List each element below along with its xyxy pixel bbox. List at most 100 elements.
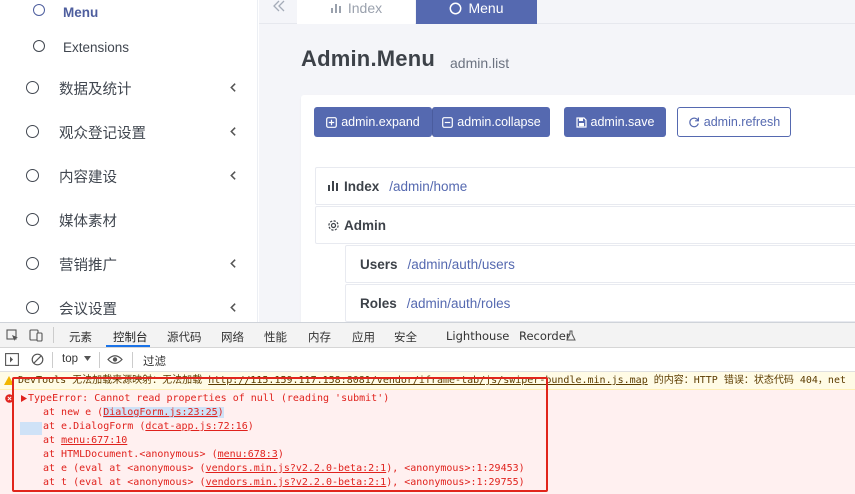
devtools-tab-bar: 元素 控制台 源代码 网络 性能 内存 应用 安全 Lighthouse Rec… xyxy=(0,323,855,348)
sidebar-item-label: Menu xyxy=(63,4,99,20)
tree-item-index[interactable]: Index /admin/home xyxy=(315,167,855,205)
collapse-button[interactable]: admin.collapse xyxy=(432,107,550,137)
circle-icon xyxy=(26,213,39,226)
filter-input[interactable]: 过滤 xyxy=(143,353,166,369)
warning-suffix: 的内容：HTTP 错误：状态代码 404，net xyxy=(647,375,846,386)
double-chevron-left-icon[interactable] xyxy=(271,0,287,14)
devtools-tab-elements[interactable]: 元素 xyxy=(69,329,92,345)
circle-icon xyxy=(26,81,39,94)
context-selector[interactable]: top xyxy=(62,353,78,365)
sidebar-item-registration[interactable]: 观众登记设置 xyxy=(0,118,257,146)
chevron-left-icon xyxy=(230,171,236,180)
sidebar-item-label: Extensions xyxy=(63,39,130,55)
divider xyxy=(132,352,133,368)
tab-label: Menu xyxy=(468,0,504,16)
devtools-tab-sources[interactable]: 源代码 xyxy=(167,329,202,345)
devtools-panel: 元素 控制台 源代码 网络 性能 内存 应用 安全 Lighthouse Rec… xyxy=(0,322,855,494)
sidebar: Menu Extensions 数据及统计 观众登记设置 内容建设 媒体素材 营… xyxy=(0,0,258,322)
devtools-tab-lighthouse[interactable]: Lighthouse xyxy=(446,329,509,343)
sidebar-item-label: 观众登记设置 xyxy=(59,125,146,142)
sidebar-item-label: 媒体素材 xyxy=(59,213,117,230)
error-message: TypeError: Cannot read properties of nul… xyxy=(28,393,390,404)
save-icon xyxy=(575,116,587,128)
inspect-element-icon[interactable] xyxy=(6,329,19,342)
expand-button[interactable]: admin.expand xyxy=(314,107,432,137)
active-tab-indicator xyxy=(106,345,150,347)
stack-frame: at HTMLDocument.<anonymous> (menu:678:3) xyxy=(43,449,284,460)
circle-icon xyxy=(26,169,39,182)
clear-console-icon[interactable] xyxy=(31,353,44,366)
dropdown-arrow-icon[interactable] xyxy=(84,356,91,362)
chevron-left-icon xyxy=(230,127,236,136)
tab-index[interactable]: Index xyxy=(297,0,415,24)
devtools-tab-performance[interactable]: 性能 xyxy=(264,329,287,345)
devtools-tab-memory[interactable]: 内存 xyxy=(308,329,331,345)
stack-frame: at t (eval at <anonymous> (vendors.min.j… xyxy=(43,477,525,488)
expand-triangle-icon[interactable] xyxy=(21,395,27,402)
stack-link[interactable]: DialogForm.js:23:25 xyxy=(103,407,218,418)
circle-icon xyxy=(33,4,45,16)
tree-item-name: Roles xyxy=(360,295,397,311)
tab-menu[interactable]: Menu xyxy=(416,0,537,24)
devtools-tab-console[interactable]: 控制台 xyxy=(113,329,148,345)
bar-chart-icon xyxy=(328,181,338,191)
stack-link[interactable]: dcat-app.js:72:16 xyxy=(145,421,247,432)
devtools-tab-application[interactable]: 应用 xyxy=(352,329,375,345)
chevron-left-icon xyxy=(230,83,236,92)
devtools-tab-network[interactable]: 网络 xyxy=(221,329,244,345)
stack-frame: at e.DialogForm (dcat-app.js:72:16) xyxy=(43,421,254,432)
stack-frame: at menu:677:10 xyxy=(43,435,128,446)
sidebar-item-stats[interactable]: 数据及统计 xyxy=(0,74,257,102)
device-toggle-icon[interactable] xyxy=(29,328,43,342)
sidebar-item-meeting[interactable]: 会议设置 xyxy=(0,294,257,322)
eye-icon[interactable] xyxy=(107,354,123,365)
tree-item-admin[interactable]: Admin xyxy=(315,206,855,244)
save-button[interactable]: admin.save xyxy=(564,107,666,137)
error-icon xyxy=(5,394,14,403)
sidebar-item-label: 内容建设 xyxy=(59,169,117,186)
devtools-tab-security[interactable]: 安全 xyxy=(394,329,417,345)
stack-link[interactable]: vendors.min.js?v2.2.0-beta:2:1 xyxy=(206,477,387,488)
tree-item-name: Index xyxy=(344,178,380,194)
tree-item-users[interactable]: Users /admin/auth/users xyxy=(345,245,855,283)
devtools-tab-recorder[interactable]: Recorder xyxy=(519,329,571,343)
tree-item-path: /admin/auth/roles xyxy=(406,295,511,311)
page-subtitle: admin.list xyxy=(450,55,510,71)
divider xyxy=(53,327,54,343)
sidebar-item-content[interactable]: 内容建设 xyxy=(0,162,257,190)
console-output: DevTools 无法加载来源映射：无法加载 http://115.159.11… xyxy=(0,372,855,494)
divider xyxy=(52,352,53,368)
plus-square-icon xyxy=(326,116,338,128)
stack-link[interactable]: menu:677:10 xyxy=(61,435,127,446)
circle-icon xyxy=(26,301,39,314)
warning-url-link[interactable]: http://115.159.117.158:8081/vendor/ifram… xyxy=(208,375,648,386)
page-title: Admin.Menu xyxy=(301,46,435,71)
tab-bar: Index Menu xyxy=(259,0,855,24)
refresh-icon xyxy=(689,117,699,128)
refresh-button-label: admin.refresh xyxy=(703,115,781,129)
collapse-button-label: admin.collapse xyxy=(457,115,541,129)
sidebar-item-extensions[interactable]: Extensions xyxy=(0,33,257,61)
selection-highlight xyxy=(20,422,42,435)
expand-button-label: admin.expand xyxy=(341,115,420,129)
stack-link[interactable]: menu:678:3 xyxy=(218,449,278,460)
minus-square-icon xyxy=(442,116,454,128)
tab-label: Index xyxy=(347,0,383,16)
circle-icon xyxy=(33,40,45,52)
console-toolbar: top 过滤 xyxy=(0,348,855,372)
sidebar-item-marketing[interactable]: 营销推广 xyxy=(0,250,257,278)
refresh-button[interactable]: admin.refresh xyxy=(677,107,791,137)
sidebar-toggle-icon[interactable] xyxy=(5,353,19,366)
tree-item-roles[interactable]: Roles /admin/auth/roles xyxy=(345,284,855,322)
sidebar-item-menu[interactable]: Menu xyxy=(0,0,257,26)
console-error: TypeError: Cannot read properties of nul… xyxy=(0,390,855,494)
stack-link[interactable]: vendors.min.js?v2.2.0-beta:2:1 xyxy=(206,463,387,474)
chevron-left-icon xyxy=(230,259,236,268)
sidebar-item-media[interactable]: 媒体素材 xyxy=(0,206,257,234)
circle-icon xyxy=(450,2,462,14)
tree-item-name: Admin xyxy=(344,217,386,233)
chevron-left-icon xyxy=(230,303,236,312)
sidebar-item-label: 营销推广 xyxy=(59,257,117,274)
save-button-label: admin.save xyxy=(590,115,655,129)
circle-icon xyxy=(26,125,39,138)
